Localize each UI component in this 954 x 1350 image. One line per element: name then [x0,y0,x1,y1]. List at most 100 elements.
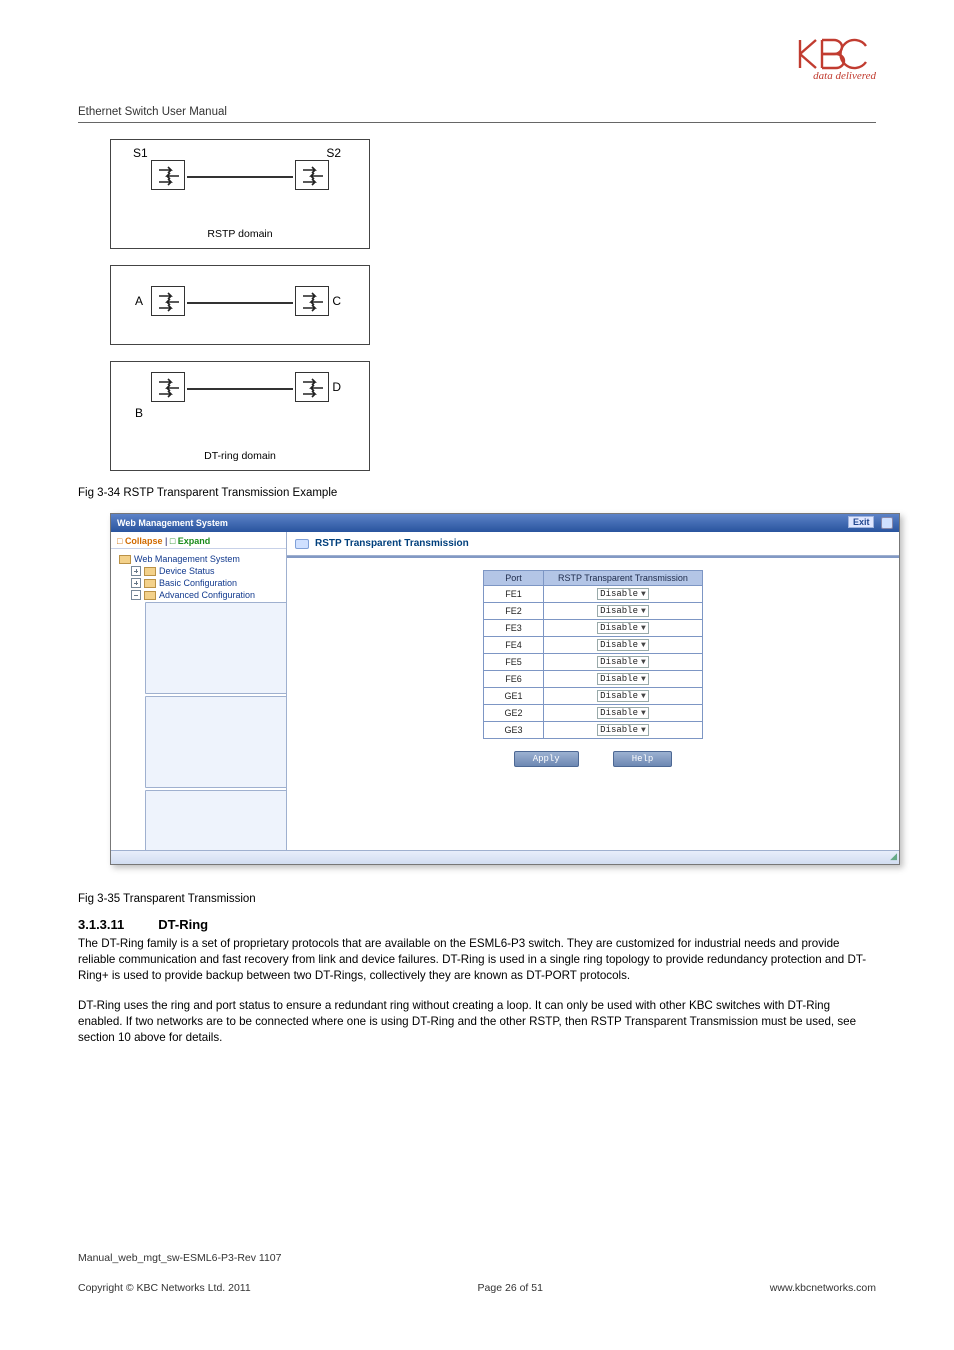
tt-select[interactable]: Disable ▼ [597,724,649,736]
footer-url: www.kbcnetworks.com [770,1282,876,1294]
fig34-caption: Fig 3-34 RSTP Transparent Transmission E… [78,487,876,499]
tree-advanced-config[interactable]: Advanced Configuration [117,589,282,601]
chevron-down-icon: ▼ [641,692,646,701]
expand-link[interactable]: □ Expand [170,536,210,546]
switch-node-s2 [295,160,329,190]
resize-grip-icon[interactable]: ◢ [890,851,897,862]
page-icon [145,696,287,788]
tt-cell: Disable ▼ [544,603,703,620]
tt-select[interactable]: Disable ▼ [597,656,649,668]
port-cell: GE3 [484,722,544,739]
col-port: Port [484,571,544,586]
rstp-diagram: S1 S2 RSTP domain A C B [110,139,370,471]
tree-port-mirroring[interactable]: Port Mirroring [117,789,282,850]
ports-table: Port RSTP Transparent Transmission FE1Di… [483,570,703,739]
tt-select[interactable]: Disable ▼ [597,605,649,617]
chevron-down-icon: ▼ [641,641,646,650]
folder-icon [144,579,156,588]
page-icon [145,602,287,694]
ie-icon [881,517,893,529]
tree-root[interactable]: Web Management System [117,553,282,565]
manual-title: Ethernet Switch User Manual [78,106,876,118]
header-rule [78,122,876,123]
table-row: FE1 Disable ▼ [484,586,703,603]
tree-basic-config[interactable]: Basic Configuration [117,577,282,589]
help-button[interactable]: Help [613,751,673,767]
exit-button[interactable]: Exit [848,516,875,528]
table-row: GE3 Disable ▼ [484,722,703,739]
port-cell: FE2 [484,603,544,620]
tt-cell: Disable ▼ [544,688,703,705]
tt-select[interactable]: Disable ▼ [597,639,649,651]
switch-node-c [295,286,329,316]
table-row: FE5Disable ▼ [484,654,703,671]
section-number: 3.1.3.11 [78,917,124,932]
tree-device-status[interactable]: Device Status [117,565,282,577]
webui-footer: ◢ [111,850,899,864]
tt-cell: Disable ▼ [544,637,703,654]
nav-tree: Web Management System Device Status Basi… [111,549,286,850]
tt-cell: Disable ▼ [544,705,703,722]
tt-select[interactable]: Disable ▼ [597,690,649,702]
port-cell: FE6 [484,671,544,688]
chevron-down-icon: ▼ [641,675,646,684]
plus-icon [131,566,141,576]
chevron-down-icon: ▼ [641,709,646,718]
footer-page: Page 26 of 51 [478,1282,543,1294]
rstp-domain-box: S1 S2 RSTP domain [110,139,370,249]
folder-icon [144,591,156,600]
tt-cell: Disable ▼ [544,654,703,671]
diagram-node-c-label: C [332,294,341,308]
tt-select[interactable]: Disable ▼ [597,673,649,685]
tt-cell: Disable ▼ [544,671,703,688]
tt-select[interactable]: Disable ▼ [597,622,649,634]
collapse-link[interactable]: □ Collapse [117,536,162,546]
port-cell: GE2 [484,705,544,722]
folder-icon [119,555,131,564]
switch-node-d [295,372,329,402]
diagram-node-b-label: B [135,406,143,420]
chevron-down-icon: ▼ [641,726,646,735]
main-heading: RSTP Transparent Transmission [315,538,469,549]
webui-title: Web Management System [117,518,228,528]
plus-icon [131,578,141,588]
page-footer: Manual_web_mgt_sw-ESML6-P3-Rev 1107 Copy… [78,1252,876,1294]
switch-node-b [151,372,185,402]
apply-button[interactable]: Apply [514,751,579,767]
port-cell: FE1 [484,586,544,603]
table-row: FE3 Disable ▼ [484,620,703,637]
port-cell: FE3 [484,620,544,637]
tree-vlan[interactable]: VLAN [117,695,282,789]
folder-icon [144,567,156,576]
table-row: FE2 Disable ▼ [484,603,703,620]
tree-controls: □ Collapse | □ Expand [111,534,286,549]
switch-node-a [151,286,185,316]
section-heading: 3.1.3.11 DT-Ring [78,917,876,932]
switch-node-s1 [151,160,185,190]
table-row: GE1Disable ▼ [484,688,703,705]
diagram-node-a-label: A [135,294,143,308]
mid-box: A C [110,265,370,345]
section-title: DT-Ring [158,917,208,932]
dtring-domain-box: B D DT-ring domain [110,361,370,471]
tt-select[interactable]: Disable ▼ [597,707,649,719]
dtring-domain-label: DT-ring domain [204,450,276,462]
sidebar: □ Collapse | □ Expand Web Management Sys… [111,532,287,850]
kbc-logo: data delivered [796,36,876,92]
webui-titlebar: Web Management System Exit [111,514,899,532]
tt-select[interactable]: Disable ▼ [597,588,649,600]
diagram-node-s1-label: S1 [133,146,148,160]
tt-cell: Disable ▼ [544,722,703,739]
diagram-node-d-label: D [332,380,341,394]
heading-icon [295,539,309,549]
port-cell: FE4 [484,637,544,654]
web-management-screenshot: Web Management System Exit □ Collapse | … [110,513,900,865]
logo-tagline: data delivered [796,70,876,82]
footer-ref: Manual_web_mgt_sw-ESML6-P3-Rev 1107 [78,1252,876,1264]
page-icon [145,790,287,850]
tt-cell: Disable ▼ [544,586,703,603]
tree-port-rate[interactable]: Port Rate [117,601,282,695]
chevron-down-icon: ▼ [641,590,646,599]
rstp-domain-label: RSTP domain [207,228,272,240]
paragraph-2: DT-Ring uses the ring and port status to… [78,998,876,1046]
